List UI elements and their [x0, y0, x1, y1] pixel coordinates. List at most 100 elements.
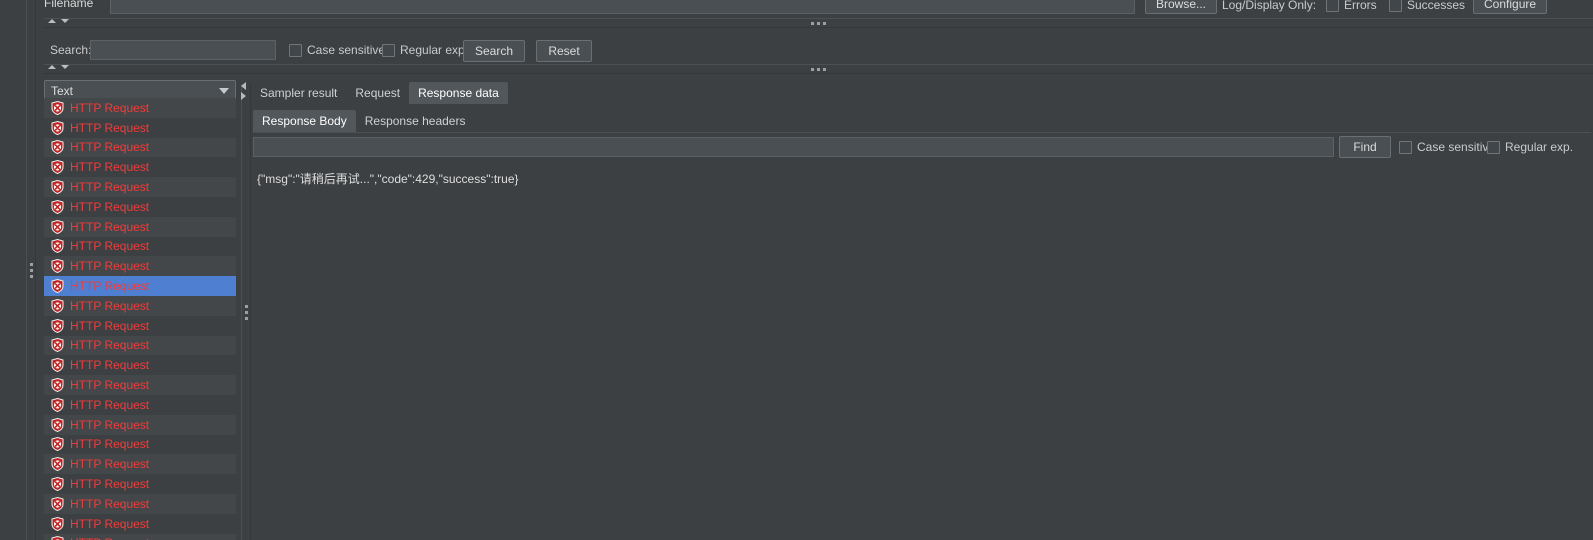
tab-response-data[interactable]: Response data [409, 82, 508, 104]
response-body-text[interactable]: {"msg":"请稍后再试...","code":429,"success":t… [253, 166, 1591, 536]
tree-item-label: HTTP Request [70, 358, 150, 373]
find-regular-exp-checkbox[interactable]: Regular exp. [1487, 140, 1573, 154]
splitter-grip-icon [811, 21, 826, 25]
error-shield-icon [51, 358, 64, 373]
splitter-grip-icon [29, 262, 33, 278]
error-shield-icon [51, 516, 64, 531]
sort-descending-icon[interactable] [61, 19, 69, 23]
checkbox-box-icon[interactable] [1487, 140, 1500, 154]
checkbox-box-icon[interactable] [1326, 0, 1339, 12]
successes-checkbox[interactable]: Successes [1389, 0, 1465, 12]
configure-button[interactable]: Configure [1473, 0, 1548, 14]
results-tree-list[interactable]: HTTP Request HTTP Request HTTP Request HTTP… [44, 98, 236, 540]
tree-item-label: HTTP Request [70, 318, 150, 333]
tab-divider [253, 132, 1591, 133]
chevron-down-icon[interactable] [219, 88, 229, 94]
tree-item-http-request[interactable]: HTTP Request [44, 157, 236, 177]
tree-item-http-request[interactable]: HTTP Request [44, 395, 236, 415]
search-case-sensitive-label: Case sensitive [307, 43, 386, 57]
find-case-sensitive-label: Case sensitive [1417, 140, 1496, 154]
tree-item-http-request[interactable]: HTTP Request [44, 197, 236, 217]
tree-item-label: HTTP Request [70, 516, 150, 531]
tab-scroll-right-icon[interactable] [241, 92, 246, 100]
tab-response-headers[interactable]: Response headers [356, 110, 475, 132]
find-bar: Find Case sensitive Regular exp. [253, 136, 1591, 160]
search-case-sensitive-checkbox[interactable]: Case sensitive [289, 43, 385, 57]
find-button[interactable]: Find [1339, 136, 1391, 158]
horizontal-splitter-top[interactable] [44, 18, 1593, 28]
jmeter-view-results-tree: Filename Browse... Log/Display Only: Err… [0, 0, 1593, 540]
error-shield-icon [51, 496, 64, 511]
checkbox-box-icon[interactable] [1399, 140, 1412, 154]
result-tabs[interactable]: Sampler result Request Response data [251, 80, 508, 104]
tree-item-http-request[interactable]: HTTP Request [44, 493, 236, 514]
horizontal-splitter-middle[interactable] [44, 64, 1593, 74]
tree-item-label: HTTP Request [70, 120, 150, 135]
error-shield-icon [51, 100, 64, 115]
checkbox-box-icon[interactable] [382, 43, 395, 57]
reset-button[interactable]: Reset [536, 40, 592, 62]
tree-item-http-request[interactable]: HTTP Request [44, 454, 236, 475]
tree-item-http-request[interactable]: HTTP Request [44, 237, 236, 257]
error-shield-icon [51, 239, 64, 254]
sort-arrows[interactable] [48, 19, 69, 23]
tab-scroll-left-icon[interactable] [241, 82, 246, 90]
tree-item-http-request[interactable]: HTTP Request [44, 414, 236, 435]
render-selector-value: Text [51, 84, 74, 98]
tree-item-http-request[interactable]: HTTP Request [44, 256, 236, 277]
sort-ascending-icon[interactable] [48, 19, 56, 23]
tree-item-label: HTTP Request [70, 100, 150, 115]
tree-item-http-request[interactable]: HTTP Request [44, 533, 236, 540]
sort-descending-icon[interactable] [61, 65, 69, 69]
error-shield-icon [51, 298, 64, 313]
tree-item-http-request[interactable]: HTTP Request [44, 118, 236, 138]
filename-label: Filename [44, 0, 94, 10]
search-regular-exp-label: Regular exp. [400, 43, 469, 57]
tree-item-label: HTTP Request [70, 536, 149, 540]
tree-item-http-request[interactable]: HTTP Request [44, 295, 236, 316]
tree-item-http-request[interactable]: HTTP Request [44, 316, 236, 336]
filename-input[interactable] [110, 0, 1135, 14]
errors-checkbox[interactable]: Errors [1326, 0, 1377, 12]
error-shield-icon [51, 477, 64, 492]
tree-item-http-request[interactable]: HTTP Request [44, 137, 236, 158]
error-shield-icon [51, 338, 64, 353]
browse-button[interactable]: Browse... [1145, 0, 1218, 14]
tree-item-label: HTTP Request [70, 378, 150, 393]
tree-item-http-request[interactable]: HTTP Request [44, 435, 236, 455]
tab-scroll-buttons[interactable] [241, 82, 246, 100]
search-label: Search: [50, 43, 92, 57]
tree-item-http-request[interactable]: HTTP Request [44, 177, 236, 197]
tree-item-label: HTTP Request [70, 239, 150, 254]
vertical-splitter-left[interactable] [26, 0, 36, 540]
checkbox-box-icon[interactable] [1389, 0, 1402, 12]
tree-item-http-request[interactable]: HTTP Request [44, 474, 236, 494]
tree-item-http-request[interactable]: HTTP Request [44, 216, 236, 237]
tree-item-http-request[interactable]: HTTP Request [44, 98, 236, 118]
tree-item-http-request[interactable]: HTTP Request [44, 335, 236, 356]
error-shield-icon [51, 318, 64, 333]
tree-item-label: HTTP Request [70, 160, 150, 175]
sort-arrows-secondary[interactable] [48, 65, 69, 69]
tab-response-body[interactable]: Response Body [253, 110, 356, 132]
search-input[interactable] [90, 40, 276, 60]
tab-request[interactable]: Request [346, 82, 409, 104]
tree-item-http-request[interactable]: HTTP Request [44, 375, 236, 395]
tree-item-label: HTTP Request [70, 140, 150, 155]
tree-item-label: HTTP Request [70, 298, 150, 313]
tree-item-http-request[interactable]: HTTP Request [44, 276, 236, 296]
tree-item-http-request[interactable]: HTTP Request [44, 355, 236, 375]
vertical-splitter-right[interactable] [241, 84, 251, 540]
find-case-sensitive-checkbox[interactable]: Case sensitive [1399, 140, 1495, 154]
results-tree-panel: Text HTTP Request HTTP Request HTTP Reques… [44, 80, 236, 540]
tree-item-label: HTTP Request [70, 279, 150, 294]
response-tabs[interactable]: Response Body Response headers [253, 108, 474, 132]
find-input[interactable] [253, 137, 1334, 157]
checkbox-box-icon[interactable] [289, 43, 302, 57]
tree-item-http-request[interactable]: HTTP Request [44, 514, 236, 534]
splitter-grip-icon [811, 67, 826, 71]
search-regular-exp-checkbox[interactable]: Regular exp. [382, 43, 468, 57]
sort-ascending-icon[interactable] [48, 65, 56, 69]
search-button[interactable]: Search [463, 40, 525, 62]
tab-sampler-result[interactable]: Sampler result [251, 82, 346, 104]
